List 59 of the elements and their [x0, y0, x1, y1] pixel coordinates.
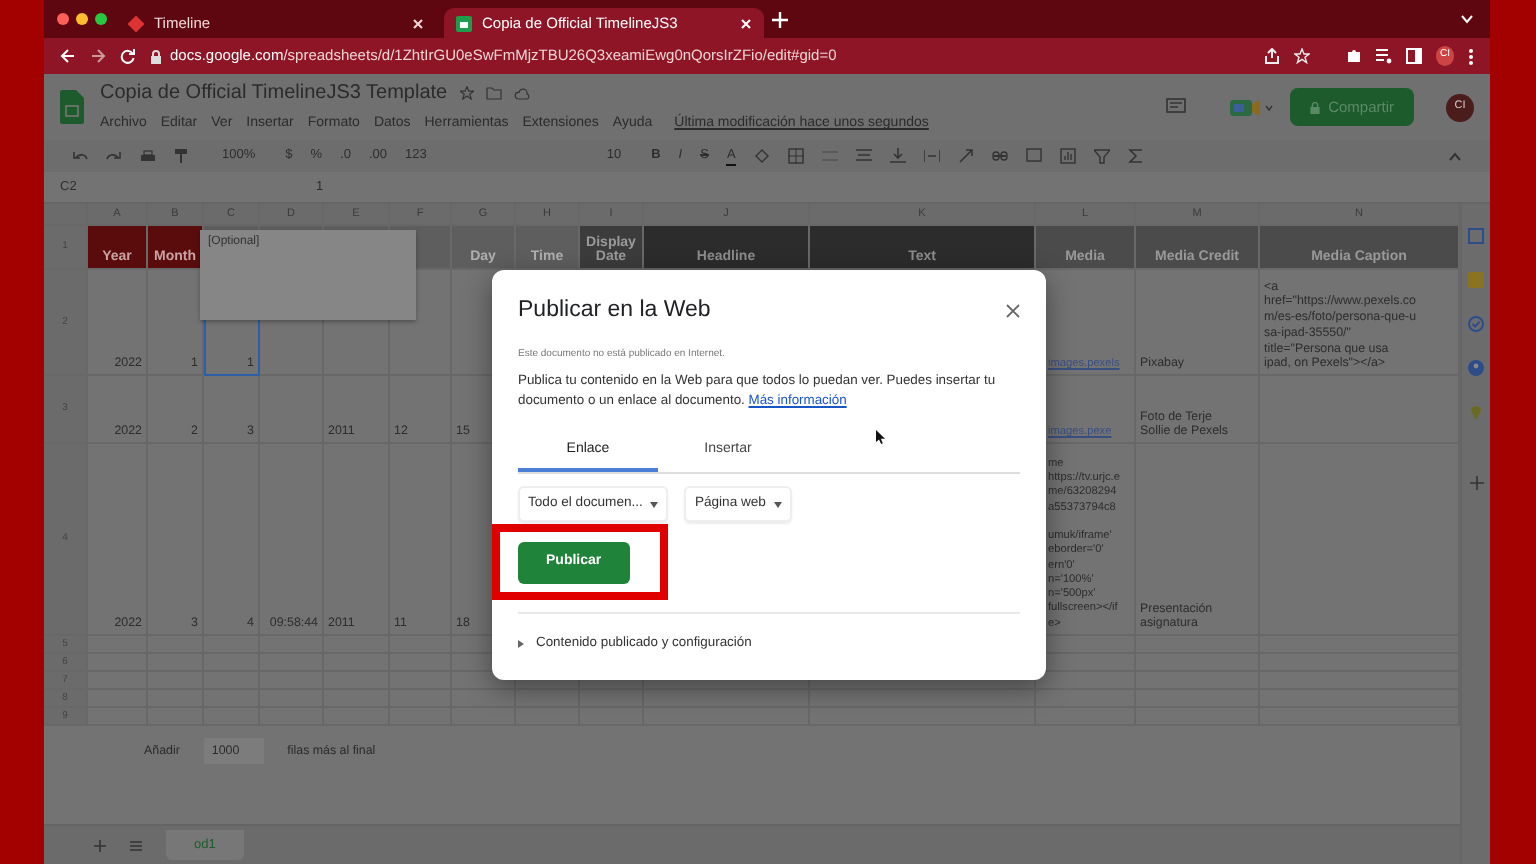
folder-icon[interactable]	[485, 86, 502, 101]
add-icon[interactable]	[1469, 476, 1483, 490]
functions-icon[interactable]	[1127, 148, 1144, 164]
table-cell[interactable]	[644, 690, 810, 708]
paint-format-icon[interactable]	[174, 148, 188, 164]
table-cell[interactable]	[1036, 690, 1136, 708]
notes-icon[interactable]	[1468, 272, 1484, 288]
table-cell[interactable]	[260, 376, 324, 444]
more-icon[interactable]	[1468, 47, 1474, 65]
lock-icon	[150, 49, 162, 63]
table-cell[interactable]	[516, 690, 580, 708]
print-icon[interactable]	[140, 149, 156, 163]
puzzle-icon[interactable]	[1346, 48, 1362, 64]
comment-icon[interactable]	[1166, 98, 1187, 116]
filter-icon[interactable]	[1093, 148, 1110, 164]
valign-icon[interactable]	[889, 148, 906, 164]
table-cell[interactable]	[452, 690, 516, 708]
new-tab-icon[interactable]	[772, 11, 788, 27]
tasks-icon[interactable]	[1468, 316, 1484, 332]
star-icon[interactable]	[459, 86, 474, 101]
back-icon[interactable]	[60, 48, 76, 64]
collapse-icon[interactable]	[1448, 151, 1462, 161]
table-cell[interactable]	[810, 690, 1036, 708]
lock-icon	[1310, 101, 1321, 113]
caret-right-icon	[518, 639, 524, 648]
video-call-icon[interactable]	[1230, 97, 1275, 117]
add-sheet-icon[interactable]	[94, 839, 106, 851]
caret-icon	[773, 501, 782, 508]
forward-icon[interactable]	[90, 48, 106, 64]
sidebar-icon[interactable]	[1406, 48, 1422, 64]
window-controls-icon[interactable]	[56, 12, 108, 26]
chevron-down-icon[interactable]	[1460, 14, 1474, 24]
caret-icon	[650, 501, 659, 508]
sheet-list-icon[interactable]	[130, 839, 142, 851]
media-icon[interactable]	[1376, 48, 1392, 64]
document-title[interactable]: Copia de Official TimelineJS3 Template	[100, 78, 448, 109]
undo-icon[interactable]	[72, 150, 88, 162]
chart-icon[interactable]	[1059, 148, 1076, 164]
link-icon[interactable]	[991, 148, 1008, 164]
comment-add-icon[interactable]	[1025, 148, 1042, 164]
borders-icon[interactable]	[787, 148, 804, 164]
table-cell[interactable]	[580, 690, 644, 708]
sheets-icon	[456, 15, 472, 31]
wrap-icon[interactable]	[923, 148, 940, 164]
share-icon[interactable]	[1264, 48, 1280, 64]
contacts-icon[interactable]	[1468, 360, 1484, 376]
fill-color-icon[interactable]	[753, 148, 770, 164]
diamond-icon	[128, 15, 144, 31]
rotate-icon[interactable]	[957, 148, 974, 164]
reload-icon[interactable]	[120, 48, 136, 64]
cloud-icon[interactable]	[513, 87, 530, 100]
location-pin-icon[interactable]	[1470, 404, 1482, 420]
dialog-title: Publicar en la Web	[518, 296, 711, 326]
sheets-logo-icon[interactable]	[60, 90, 84, 124]
calendar-icon[interactable]	[1468, 228, 1484, 244]
align-icon[interactable]	[855, 148, 872, 164]
close-icon[interactable]	[1006, 304, 1020, 319]
redo-icon[interactable]	[106, 150, 122, 162]
cursor-icon	[876, 429, 886, 443]
